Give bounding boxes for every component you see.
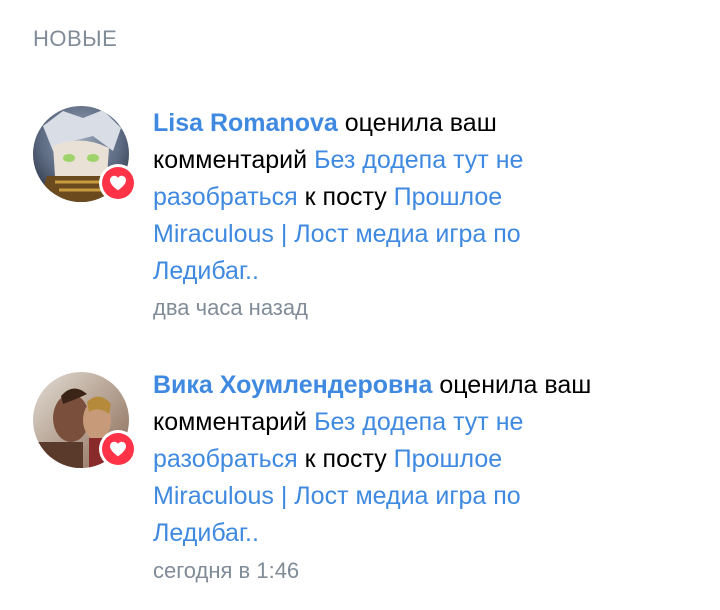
action-text-2: к посту — [304, 445, 387, 473]
author-link[interactable]: Lisa Romanova — [153, 109, 338, 137]
action-text-2: к посту — [304, 183, 387, 211]
timestamp: сегодня в 1:46 — [153, 558, 300, 583]
timestamp: два часа назад — [153, 295, 308, 320]
like-badge — [99, 430, 137, 468]
author-link[interactable]: Вика Хоумлендеровна — [153, 371, 432, 399]
notification-text: Вика Хоумлендеровна оценила ваш коммента… — [153, 367, 603, 552]
like-badge — [99, 164, 137, 202]
notification-text: Lisa Romanova оценила ваш комментарий Бе… — [153, 105, 608, 290]
avatar[interactable] — [33, 106, 137, 202]
avatar[interactable] — [33, 372, 137, 468]
heart-icon — [110, 175, 126, 191]
heart-icon — [110, 441, 126, 457]
section-title: НОВЫЕ — [33, 26, 118, 51]
